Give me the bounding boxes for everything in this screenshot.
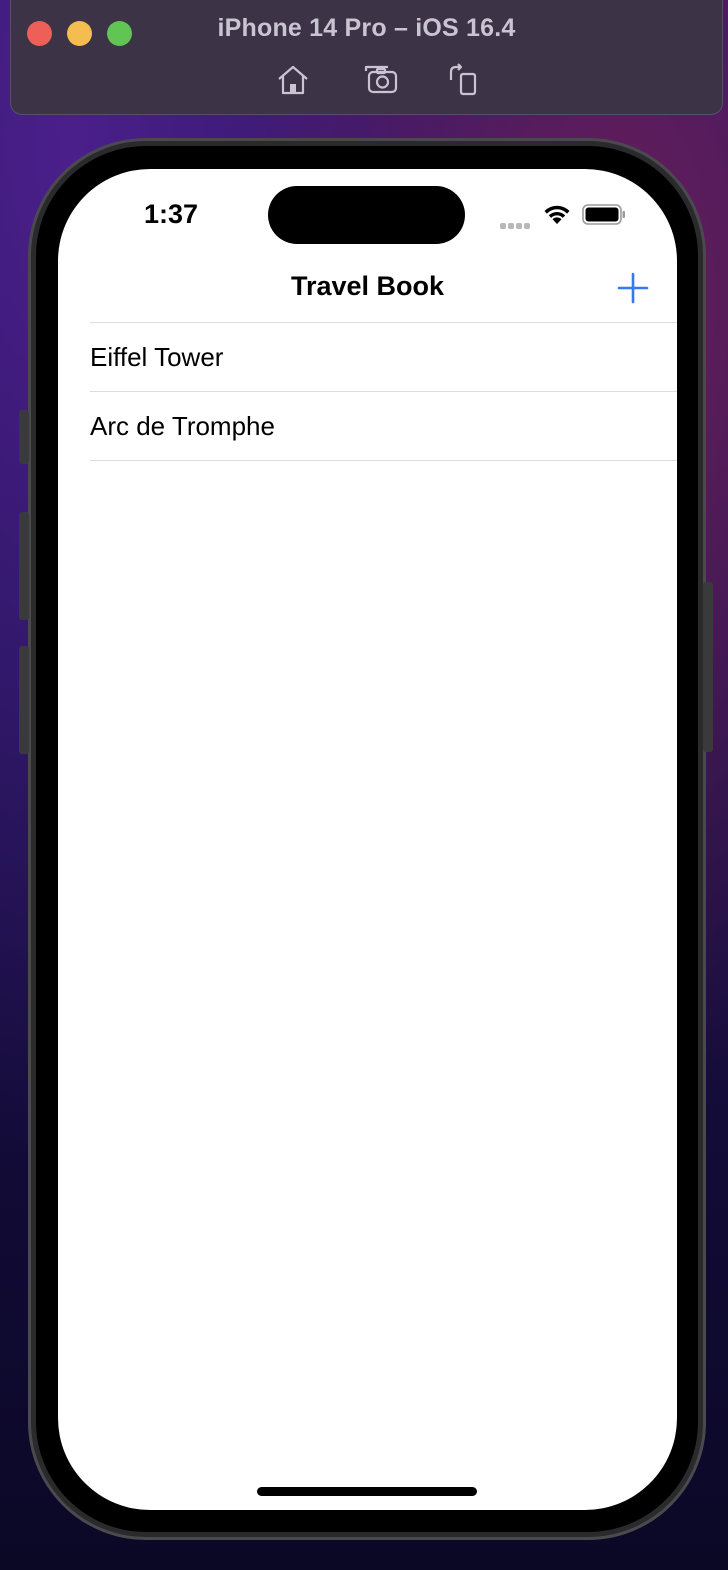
list-item[interactable]: Arc de Tromphe: [58, 392, 677, 461]
screenshot-icon[interactable]: [363, 62, 399, 98]
volume-down-button[interactable]: [19, 646, 29, 754]
wifi-icon: [542, 203, 572, 225]
places-list: Eiffel Tower Arc de Tromphe: [58, 323, 677, 461]
rotate-icon[interactable]: [443, 62, 479, 98]
list-item-label: Eiffel Tower: [90, 342, 224, 372]
battery-icon: [582, 204, 626, 225]
add-button[interactable]: [616, 271, 650, 305]
navigation-title: Travel Book: [290, 271, 445, 301]
device-screen: 1:37 Travel Book Eiffel Tower Arc de Tro…: [58, 169, 677, 1510]
cellular-signal-icon: [500, 217, 532, 235]
volume-up-button[interactable]: [19, 512, 29, 620]
plus-icon: [617, 272, 649, 304]
home-icon[interactable]: [275, 62, 311, 98]
home-indicator[interactable]: [257, 1487, 477, 1496]
simulator-title-bar: iPhone 14 Pro – iOS 16.4: [10, 0, 723, 115]
mute-switch[interactable]: [19, 410, 29, 464]
status-time: 1:37: [144, 199, 199, 229]
dynamic-island: [268, 186, 465, 244]
simulator-title: iPhone 14 Pro – iOS 16.4: [217, 14, 516, 42]
list-item[interactable]: Eiffel Tower: [58, 323, 677, 392]
power-button[interactable]: [703, 582, 713, 752]
list-item-label: Arc de Tromphe: [90, 411, 275, 441]
